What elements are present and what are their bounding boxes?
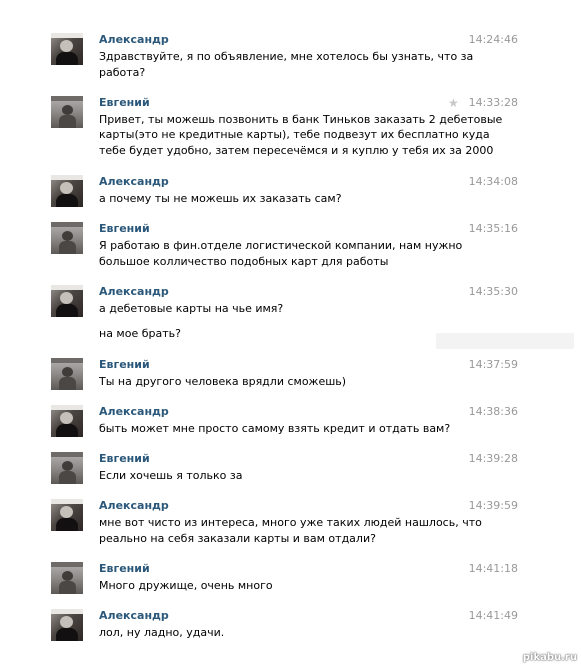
- message-time[interactable]: 14:38:36: [468, 405, 518, 419]
- author-name[interactable]: Евгений: [99, 222, 150, 236]
- message-text: Привет, ты можешь позвонить в банк Тиньк…: [99, 113, 503, 126]
- message-time[interactable]: 14:37:59: [468, 358, 518, 372]
- author-name[interactable]: Евгений: [99, 562, 150, 576]
- avatar[interactable]: [51, 175, 83, 207]
- message-text: Здравствуйте, я по объявление, мне хотел…: [99, 50, 474, 63]
- avatar[interactable]: [51, 33, 83, 65]
- message-text: быть может мне просто самому взять креди…: [99, 422, 451, 435]
- star-icon[interactable]: ★: [448, 97, 459, 109]
- author-name[interactable]: Александр: [99, 285, 169, 299]
- message-time[interactable]: 14:41:18: [468, 562, 518, 576]
- author-name[interactable]: Александр: [99, 175, 169, 189]
- author-name[interactable]: Александр: [99, 33, 169, 47]
- avatar[interactable]: [51, 96, 83, 128]
- avatar[interactable]: [51, 285, 83, 317]
- message-time[interactable]: 14:33:28: [468, 96, 518, 110]
- message-text: тебе будет удобно, затем пересечёмся и я…: [99, 144, 494, 157]
- message-text: на мое брать?: [99, 327, 181, 340]
- avatar[interactable]: [51, 609, 83, 641]
- author-name[interactable]: Евгений: [99, 358, 150, 372]
- watermark: pikabu.ru: [522, 652, 577, 663]
- message-time[interactable]: 14:35:16: [468, 222, 518, 236]
- message-text: мне вот чисто из интереса, много уже так…: [99, 516, 482, 529]
- message-text: карты(это не кредитные карты), тебе подв…: [99, 128, 490, 141]
- avatar[interactable]: [51, 562, 83, 594]
- message-text: лол, ну ладно, удачи.: [99, 626, 225, 639]
- avatar[interactable]: [51, 358, 83, 390]
- message-text: а дебетовые карты на чье имя?: [99, 302, 284, 315]
- avatar[interactable]: [51, 405, 83, 437]
- avatar[interactable]: [51, 499, 83, 531]
- author-name[interactable]: Евгений: [99, 96, 150, 110]
- message-text: Если хочешь я только за: [99, 469, 243, 482]
- author-name[interactable]: Александр: [99, 609, 169, 623]
- message-time[interactable]: 14:34:08: [468, 175, 518, 189]
- message-text: работа?: [99, 66, 146, 79]
- author-name[interactable]: Александр: [99, 499, 169, 513]
- message-text: реально на себя заказали карты и вам отд…: [99, 532, 376, 545]
- author-name[interactable]: Евгений: [99, 452, 150, 466]
- avatar[interactable]: [51, 452, 83, 484]
- message-time[interactable]: 14:39:28: [468, 452, 518, 466]
- message-text: Ты на другого человека врядли сможешь): [99, 375, 347, 388]
- hover-hint: [436, 333, 574, 349]
- message-text: Я работаю в фин.отделе логистической ком…: [99, 239, 463, 252]
- message-text: Много дружище, очень много: [99, 579, 273, 592]
- author-name[interactable]: Александр: [99, 405, 169, 419]
- message-time[interactable]: 14:39:59: [468, 499, 518, 513]
- message-text: а почему ты не можешь их заказать сам?: [99, 192, 342, 205]
- avatar[interactable]: [51, 222, 83, 254]
- message-time[interactable]: 14:35:30: [468, 285, 518, 299]
- message-text: большое колличество подобных карт для ра…: [99, 255, 389, 268]
- message-time[interactable]: 14:41:49: [468, 609, 518, 623]
- message-time[interactable]: 14:24:46: [468, 33, 518, 47]
